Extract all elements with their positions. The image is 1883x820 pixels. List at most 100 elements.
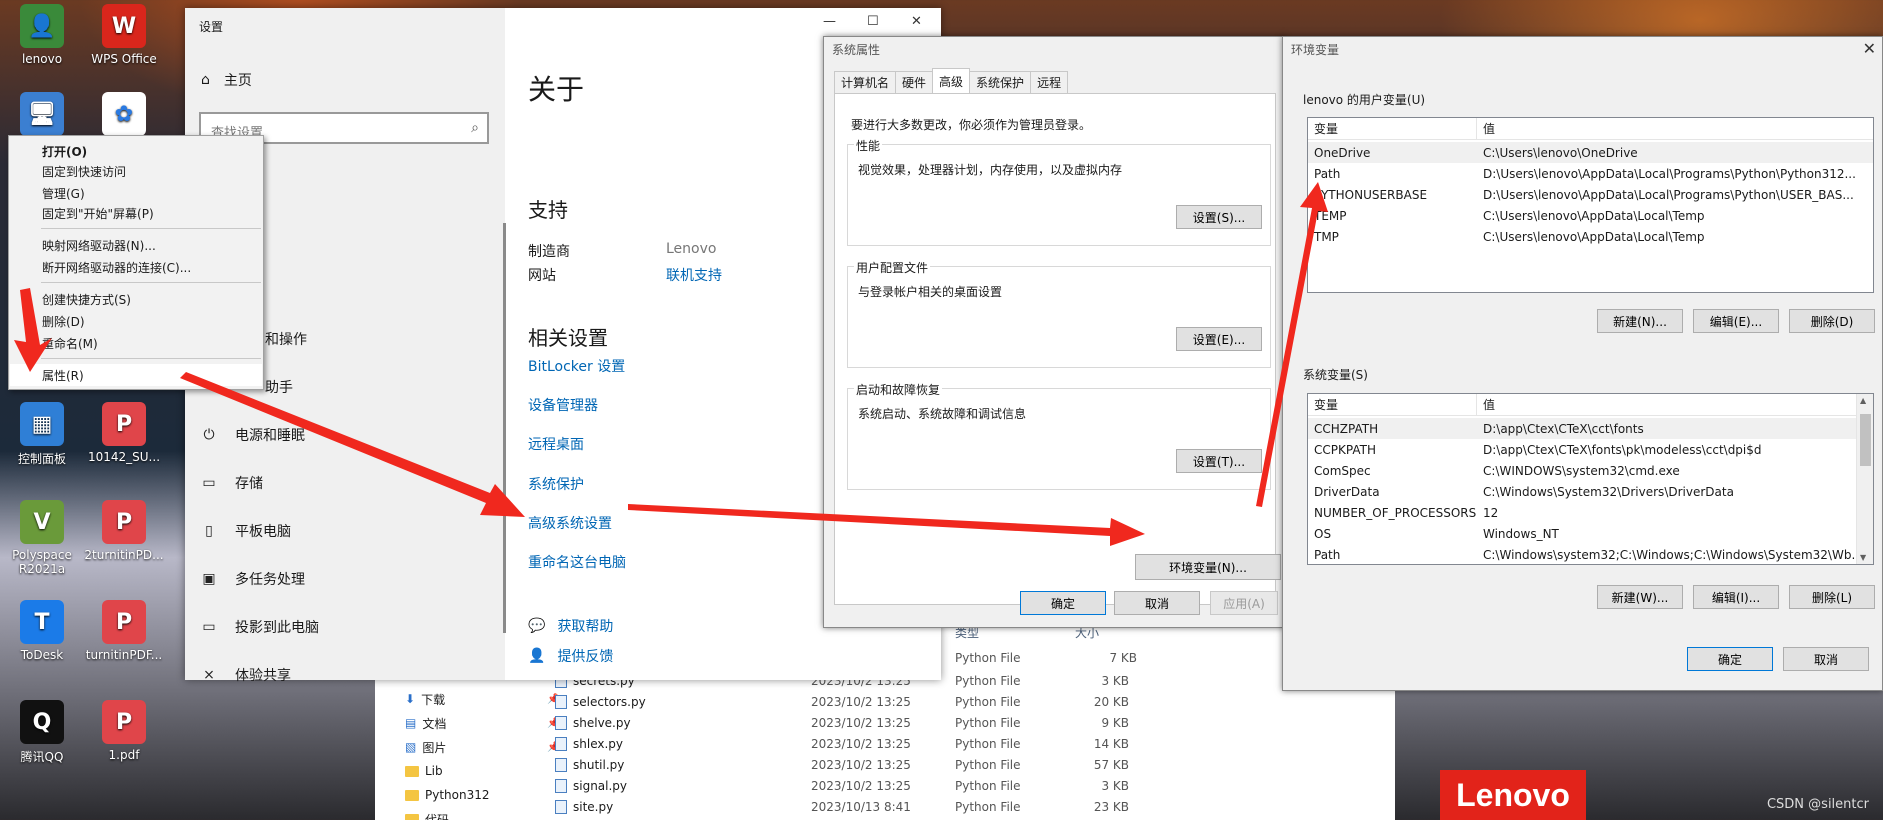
- sidebar-item[interactable]: 和操作: [265, 328, 307, 350]
- desktop-icon[interactable]: Q 腾讯QQ: [2, 700, 82, 765]
- sidebar-item[interactable]: ▯ 平板电脑: [201, 520, 291, 542]
- explorer-nav-item[interactable]: Python312: [405, 784, 490, 806]
- sidebar-item[interactable]: ⨯ 体验共享: [201, 664, 291, 686]
- website-link[interactable]: 联机支持: [666, 265, 722, 285]
- column-header-variable[interactable]: 变量: [1308, 394, 1477, 415]
- system-var-button[interactable]: 编辑(I)...: [1693, 585, 1779, 609]
- list-item[interactable]: PYTHONUSERBASE D:\Users\lenovo\AppData\Lo…: [1308, 184, 1873, 205]
- column-header-variable[interactable]: 变量: [1308, 118, 1477, 139]
- list-item[interactable]: DriverData C:\Windows\System32\Drivers\Dr…: [1308, 481, 1856, 502]
- user-vars-list[interactable]: 变量 值 OneDrive C:\Users\lenovo\OneDrive Pat…: [1307, 117, 1874, 293]
- desktop-icon[interactable]: W WPS Office: [84, 4, 164, 66]
- file-row[interactable]: site.py 2023/10/13 8:41 Python File 23 KB: [555, 796, 1129, 817]
- sidebar-item[interactable]: ▭ 投影到此电脑: [201, 616, 319, 638]
- user-var-button[interactable]: 编辑(E)...: [1693, 309, 1779, 333]
- sidebar-item[interactable]: ⏻ 电源和睡眠: [201, 424, 305, 446]
- cancel-button[interactable]: 取消: [1114, 591, 1200, 615]
- related-settings-link[interactable]: 系统保护: [528, 474, 584, 494]
- cancel-button[interactable]: 取消: [1783, 647, 1869, 671]
- list-item[interactable]: NUMBER_OF_PROCESSORS 12: [1308, 502, 1856, 523]
- related-settings-link[interactable]: 远程桌面: [528, 434, 584, 454]
- desktop-icon[interactable]: 👤 lenovo: [2, 4, 82, 66]
- close-icon[interactable]: ✕: [911, 14, 922, 29]
- desktop-icon[interactable]: PturnitinPDF...: [84, 600, 164, 662]
- list-item[interactable]: Path C:\Windows\system32;C:\Windows;C:\Wi…: [1308, 544, 1856, 564]
- apply-button[interactable]: 应用(A): [1210, 591, 1278, 615]
- list-item[interactable]: TEMP C:\Users\lenovo\AppData\Local\Temp: [1308, 205, 1873, 226]
- file-row[interactable]: shlex.py 2023/10/2 13:25 Python File 14 KB: [555, 733, 1129, 754]
- sidebar-item[interactable]: 助手: [265, 376, 293, 398]
- scroll-down-icon[interactable]: ▼: [1860, 553, 1866, 562]
- context-menu-item[interactable]: 删除(D): [10, 310, 262, 332]
- file-row[interactable]: signal.py 2023/10/2 13:25 Python File 3 KB: [555, 775, 1129, 796]
- explorer-nav-item[interactable]: ⬇ 下载 📌: [405, 688, 559, 710]
- maximize-icon[interactable]: ☐: [867, 14, 879, 29]
- related-settings-link[interactable]: 设备管理器: [528, 395, 598, 415]
- list-item[interactable]: OneDrive C:\Users\lenovo\OneDrive: [1308, 142, 1873, 163]
- context-menu-item[interactable]: 固定到快速访问: [10, 160, 262, 182]
- explorer-nav-item[interactable]: Lib: [405, 760, 443, 782]
- ok-button[interactable]: 确定: [1020, 591, 1106, 615]
- context-menu-item[interactable]: 创建快捷方式(S): [10, 288, 262, 310]
- system-vars-scrollbar[interactable]: ▲ ▼: [1856, 394, 1873, 564]
- context-menu-item[interactable]: 断开网络驱动器的连接(C)...: [10, 256, 262, 278]
- context-menu-item[interactable]: 固定到"开始"屏幕(P): [10, 202, 262, 224]
- list-item[interactable]: ComSpec C:\WINDOWS\system32\cmd.exe: [1308, 460, 1856, 481]
- context-menu-item[interactable]: 管理(G): [10, 182, 262, 204]
- list-item[interactable]: CCPKPATH D:\app\Ctex\CTeX\fonts\pk\modele…: [1308, 439, 1856, 460]
- desktop-icon[interactable]: V Polyspace R2021a: [2, 500, 82, 576]
- tab[interactable]: 系统保护: [969, 71, 1032, 93]
- system-vars-list[interactable]: 变量 值 CCHZPATH D:\app\Ctex\CTeX\cct\fonts C…: [1307, 393, 1874, 565]
- file-row[interactable]: selectors.py 2023/10/2 13:25 Python File 20…: [555, 691, 1129, 712]
- related-settings-link[interactable]: 高级系统设置: [528, 513, 612, 533]
- scroll-thumb[interactable]: [1860, 414, 1871, 466]
- desktop-icon[interactable]: P 10142_SU...: [84, 402, 164, 464]
- close-icon[interactable]: ✕: [1863, 39, 1876, 58]
- system-var-button[interactable]: 删除(L): [1789, 585, 1875, 609]
- sidebar-scrollbar[interactable]: [503, 223, 506, 633]
- explorer-nav-item[interactable]: ▧ 图片 📌: [405, 736, 559, 758]
- user-profiles-settings-button[interactable]: 设置(E)...: [1176, 327, 1262, 351]
- explorer-nav-item[interactable]: 代码: [405, 808, 449, 820]
- list-item[interactable]: CCHZPATH D:\app\Ctex\CTeX\cct\fonts: [1308, 418, 1856, 439]
- get-help-link[interactable]: 💬 获取帮助: [528, 616, 613, 636]
- tab[interactable]: 计算机名: [834, 71, 897, 93]
- tab[interactable]: 硬件: [895, 71, 934, 93]
- explorer-nav-item[interactable]: ▤ 文档 📌: [405, 712, 559, 734]
- startup-recovery-settings-button[interactable]: 设置(T)...: [1176, 449, 1262, 473]
- desktop-icon[interactable]: P 2turnitinPD...: [84, 500, 164, 562]
- home-nav-item[interactable]: ⌂ 主页: [201, 70, 252, 90]
- chat-icon: 💬: [528, 618, 546, 634]
- desktop-icon[interactable]: T ToDesk: [2, 600, 82, 662]
- tab[interactable]: 远程: [1030, 71, 1069, 93]
- list-item[interactable]: Path D:\Users\lenovo\AppData\Local\Progra…: [1308, 163, 1873, 184]
- related-settings-link[interactable]: 重命名这台电脑: [528, 552, 626, 572]
- ok-button[interactable]: 确定: [1687, 647, 1773, 671]
- list-item[interactable]: OS Windows_NT: [1308, 523, 1856, 544]
- context-menu-item[interactable]: 打开(O): [10, 140, 262, 162]
- related-settings-link[interactable]: BitLocker 设置: [528, 356, 625, 376]
- context-menu-item[interactable]: 重命名(M): [10, 332, 262, 354]
- list-item[interactable]: TMP C:\Users\lenovo\AppData\Local\Temp: [1308, 226, 1873, 247]
- context-menu-item[interactable]: 属性(R): [10, 364, 262, 386]
- feedback-link[interactable]: 👤 提供反馈: [528, 646, 613, 666]
- system-var-button[interactable]: 新建(W)...: [1597, 585, 1683, 609]
- user-var-button[interactable]: 删除(D): [1789, 309, 1875, 333]
- tab[interactable]: 高级: [932, 68, 971, 93]
- sidebar-item[interactable]: ▣ 多任务处理: [201, 568, 305, 590]
- column-header-value[interactable]: 值: [1477, 394, 1495, 415]
- performance-settings-button[interactable]: 设置(S)...: [1176, 205, 1262, 229]
- file-row[interactable]: shutil.py 2023/10/2 13:25 Python File 57 KB: [555, 754, 1129, 775]
- user-var-button[interactable]: 新建(N)...: [1597, 309, 1683, 333]
- column-header-value[interactable]: 值: [1477, 118, 1495, 139]
- desktop-icon[interactable]: P 1.pdf: [84, 700, 164, 762]
- context-menu-item[interactable]: 映射网络驱动器(N)...: [10, 234, 262, 256]
- environment-variables-button[interactable]: 环境变量(N)...: [1135, 554, 1281, 580]
- this-pc-icon[interactable]: 🖥: [2, 92, 82, 140]
- sidebar-item[interactable]: ▭ 存储: [201, 472, 263, 494]
- scroll-up-icon[interactable]: ▲: [1860, 396, 1866, 405]
- minimize-icon[interactable]: —: [823, 14, 836, 29]
- baidu-netdisk-icon[interactable]: ✿: [84, 92, 164, 140]
- file-row[interactable]: shelve.py 2023/10/2 13:25 Python File 9 KB: [555, 712, 1129, 733]
- desktop-icon[interactable]: ▦ 控制面板: [2, 402, 82, 467]
